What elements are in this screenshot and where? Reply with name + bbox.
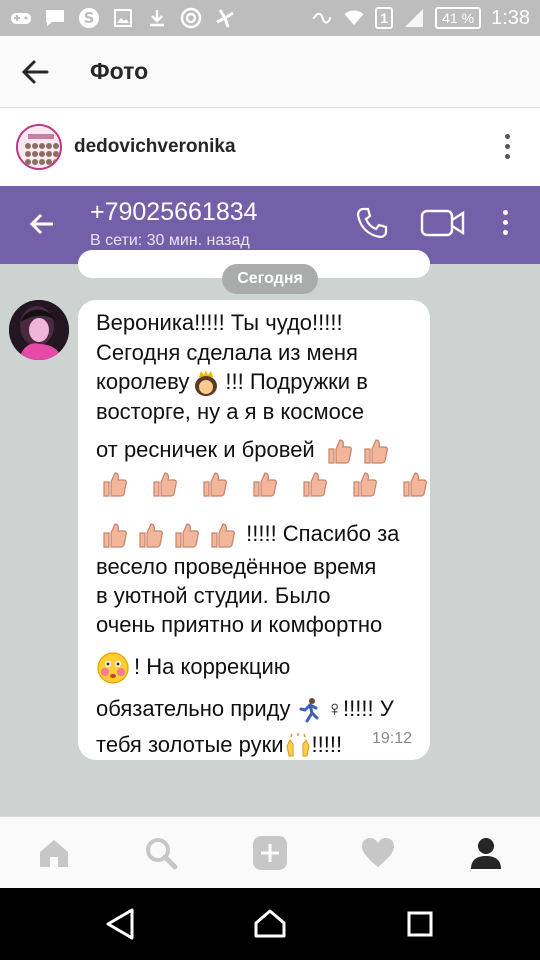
svg-text:S: S (84, 9, 95, 27)
more-vert-icon[interactable] (505, 134, 510, 159)
message-text: Вероника!!!!! Ты чудо!!!!! Сегодня сдела… (96, 308, 428, 761)
thumbs-up-icon (300, 470, 328, 498)
message-line: Сегодня сделала из меня (96, 340, 358, 365)
wifi-icon (343, 7, 365, 29)
message-line: очень приятно и комфортно (96, 612, 383, 638)
message-line: от ресничек и бровей (96, 437, 315, 463)
message-line: !!! Подружки в (225, 369, 368, 394)
running-woman-icon (295, 696, 323, 724)
contact-phone: +79025661834 (90, 198, 258, 226)
post-header: dedovichveronika (0, 108, 540, 186)
add-icon[interactable] (252, 835, 288, 871)
signal-icon (403, 7, 425, 29)
message-bubble: Вероника!!!!! Ты чудо!!!!! Сегодня сдела… (78, 300, 430, 760)
app-header: Фото (0, 36, 540, 108)
princess-emoji-icon (193, 369, 221, 397)
avatar (9, 300, 69, 360)
system-navigation-bar (0, 888, 540, 960)
thumbs-up-icon (100, 470, 128, 498)
recents-square-icon[interactable] (402, 906, 438, 942)
thumbs-up-icon (200, 470, 228, 498)
back-arrow-icon[interactable] (20, 57, 50, 87)
message-line: восторге, ну а я в космосе (96, 399, 365, 425)
message-icon (44, 7, 66, 29)
thumbs-up-icon (250, 470, 278, 498)
search-icon[interactable] (143, 835, 179, 871)
thumbs-up-icon (100, 521, 128, 549)
fan-icon (214, 7, 236, 29)
battery-indicator: 41 % (435, 7, 482, 29)
message-time: 19:12 (371, 730, 412, 747)
more-vert-icon (503, 210, 508, 235)
home-icon[interactable] (36, 835, 72, 871)
thumbs-up-icon (136, 521, 164, 549)
message-line: !!!!! (311, 732, 343, 758)
message-line: королеву (96, 369, 190, 394)
thumbs-up-icon (150, 470, 178, 498)
clock: 1:38 (491, 6, 530, 29)
message-line: весело проведённое время (96, 554, 377, 580)
thumbs-up-icon (361, 437, 389, 465)
message-line: ! На коррекцию (134, 654, 291, 680)
post-image: +79025661834 В сети: 30 мин. назад Сегод… (0, 186, 540, 816)
back-arrow-icon (28, 210, 56, 238)
avatar[interactable] (16, 124, 62, 170)
nfc-icon (311, 7, 333, 29)
message-line: обязательно приду (96, 696, 291, 722)
status-bar: S 1 41 % 1:38 (0, 0, 540, 36)
message-line: Вероника!!!!! Ты чудо!!!!! (96, 310, 343, 335)
video-camera-icon (420, 208, 466, 238)
skype-icon: S (78, 7, 100, 29)
username[interactable]: dedovichveronika (74, 136, 236, 158)
phone-icon (355, 206, 389, 240)
message-line: в уютной студии. Было (96, 583, 331, 609)
contact-status: В сети: 30 мин. назад (90, 232, 250, 249)
bottom-navigation (0, 816, 540, 888)
thumbs-up-icon (172, 521, 200, 549)
back-triangle-icon[interactable] (102, 906, 138, 942)
image-icon (112, 7, 134, 29)
message-line: !!!!! Спасибо за (246, 521, 400, 547)
heart-icon[interactable] (360, 835, 396, 871)
thumbs-up-icon (350, 470, 378, 498)
message-line: ♀!!!!! У (326, 696, 394, 722)
raised-hands-icon (284, 732, 312, 760)
sim-slot-badge: 1 (375, 7, 394, 29)
date-separator: Сегодня (222, 264, 318, 294)
emoji-row (96, 470, 428, 510)
home-circle-icon[interactable] (252, 906, 288, 942)
at-icon (180, 7, 202, 29)
blushing-face-icon (96, 651, 130, 685)
page-title: Фото (90, 58, 149, 84)
profile-icon[interactable] (468, 835, 504, 871)
thumbs-up-icon (325, 437, 353, 465)
download-icon (146, 7, 168, 29)
gamepad-icon (10, 7, 32, 29)
thumbs-up-icon (400, 470, 428, 498)
thumbs-up-icon (208, 521, 236, 549)
message-line: тебя золотые руки (96, 732, 284, 758)
